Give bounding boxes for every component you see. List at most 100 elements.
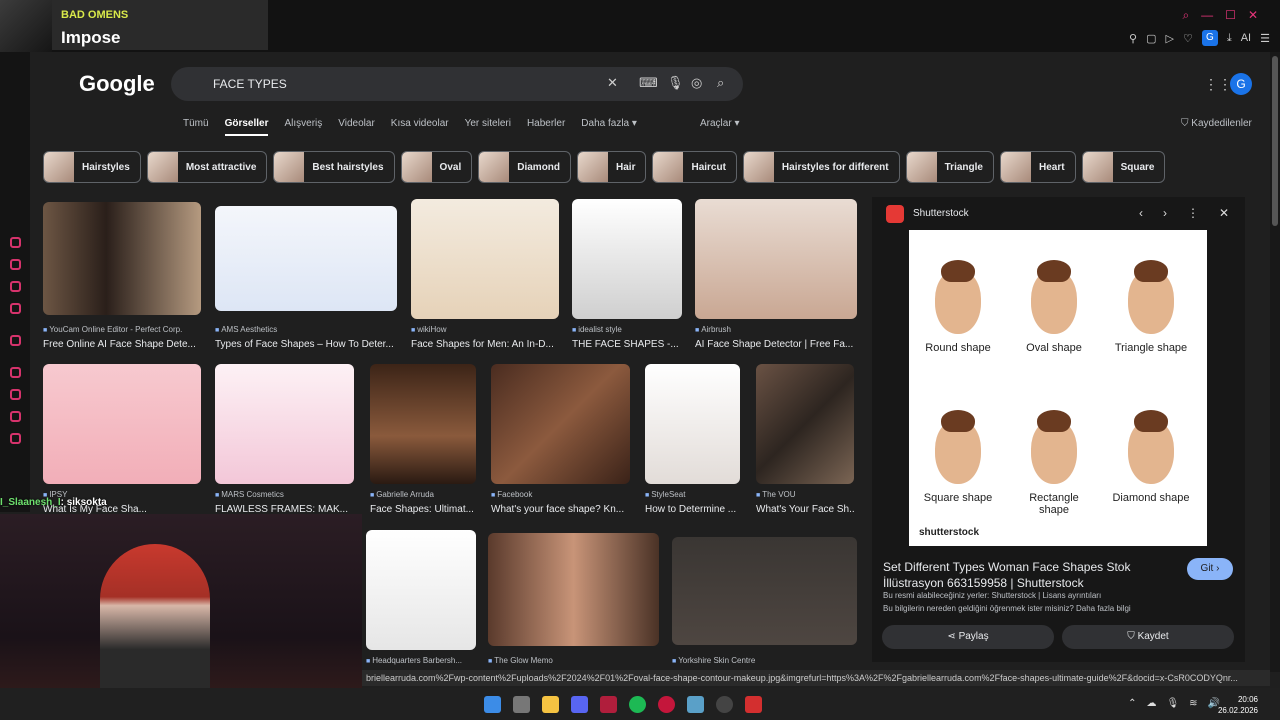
heart-icon[interactable]: ♡ <box>1183 32 1193 45</box>
sidebar-icon[interactable] <box>10 411 21 422</box>
result-thumbnail[interactable] <box>370 364 476 484</box>
tab-icon[interactable]: ▢ <box>1146 32 1156 45</box>
obs-icon[interactable] <box>716 696 733 713</box>
file-explorer-icon[interactable] <box>542 696 559 713</box>
result-caption[interactable]: Free Online AI Face Shape Dete... <box>43 339 201 350</box>
result-source[interactable]: The Glow Memo <box>488 656 553 665</box>
result-thumbnail[interactable] <box>411 199 559 319</box>
saved-button[interactable]: ⛉ Kaydedilenler <box>1181 118 1252 129</box>
search-input[interactable]: FACE TYPES <box>213 77 287 91</box>
result-source[interactable]: YouCam Online Editor - Perfect Corp. <box>43 325 182 334</box>
result-source[interactable]: Facebook <box>491 490 532 499</box>
result-caption[interactable]: Types of Face Shapes – How To Deter... <box>215 339 397 350</box>
chip[interactable]: Oval <box>400 151 473 183</box>
result-thumbnail[interactable] <box>43 202 201 315</box>
tab-web[interactable]: Yer siteleri <box>465 118 511 136</box>
result-source[interactable]: The VOU <box>756 490 795 499</box>
keyboard-icon[interactable]: ⌨ <box>639 75 658 91</box>
sidebar-icon[interactable] <box>10 237 21 248</box>
result-source[interactable]: wikiHow <box>411 325 446 334</box>
sidebar-icon[interactable] <box>10 367 21 378</box>
chip[interactable]: Hairstyles for different <box>742 151 900 183</box>
chip[interactable]: Diamond <box>478 151 572 183</box>
chevron-left-icon[interactable]: ‹ <box>1139 206 1143 220</box>
result-caption[interactable]: What's Your Face Sh... <box>756 504 854 515</box>
chip[interactable]: Haircut <box>652 151 737 183</box>
result-source[interactable]: MARS Cosmetics <box>215 490 284 499</box>
result-thumbnail[interactable] <box>488 533 659 646</box>
close-icon[interactable]: ✕ <box>1219 206 1229 220</box>
app-icon[interactable] <box>687 696 704 713</box>
result-source[interactable]: Yorkshire Skin Centre <box>672 656 755 665</box>
preview-source[interactable]: Shutterstock <box>913 208 969 219</box>
network-icon[interactable]: ☁ <box>1146 698 1156 709</box>
maximize-icon[interactable]: ☐ <box>1225 8 1236 23</box>
search-box[interactable]: FACE TYPES ✕ ⌨ 🎙 ◎ ⌕ <box>171 67 743 101</box>
chip[interactable]: Heart <box>999 151 1076 183</box>
mic-icon[interactable]: 🎙 <box>1166 698 1179 709</box>
result-caption[interactable]: How to Determine ... <box>645 504 740 515</box>
result-source[interactable]: StyleSeat <box>645 490 685 499</box>
close-icon[interactable]: ✕ <box>1248 8 1258 23</box>
chip[interactable]: Triangle <box>905 151 994 183</box>
lens-icon[interactable]: ◎ <box>691 75 702 91</box>
preview-title[interactable]: Set Different Types Woman Face Shapes St… <box>883 559 1173 591</box>
result-thumbnail[interactable] <box>756 364 854 484</box>
chip[interactable]: Best hairstyles <box>273 151 395 183</box>
result-source[interactable]: Airbrush <box>695 325 731 334</box>
opera-icon[interactable] <box>658 696 675 713</box>
result-thumbnail[interactable] <box>491 364 630 484</box>
share-button[interactable]: ⋖ Paylaş <box>882 625 1054 649</box>
minimize-icon[interactable]: — <box>1201 8 1213 23</box>
spotify-icon[interactable] <box>629 696 646 713</box>
tab-more[interactable]: Daha fazla ▾ <box>581 118 637 136</box>
menu-icon[interactable]: ☰ <box>1260 32 1270 45</box>
result-thumbnail[interactable] <box>43 364 201 484</box>
scrollbar-thumb[interactable] <box>1272 56 1278 226</box>
search-icon[interactable]: ⌕ <box>1182 8 1189 23</box>
result-thumbnail[interactable] <box>695 199 857 319</box>
result-caption[interactable]: AI Face Shape Detector | Free Fa... <box>695 339 857 350</box>
sidebar-icon[interactable] <box>10 389 21 400</box>
page-scrollbar[interactable] <box>1270 52 1280 672</box>
result-thumbnail[interactable] <box>215 364 354 484</box>
result-caption[interactable]: THE FACE SHAPES -... <box>572 339 682 350</box>
result-source[interactable]: Headquarters Barbersh... <box>366 656 462 665</box>
result-thumbnail[interactable] <box>366 530 476 650</box>
avatar[interactable]: G <box>1230 73 1252 95</box>
settings-icon[interactable] <box>10 433 21 444</box>
tab-short-videos[interactable]: Kısa videolar <box>391 118 449 136</box>
chevron-right-icon[interactable]: › <box>1163 206 1167 220</box>
visit-button[interactable]: Git › <box>1187 558 1233 580</box>
save-button[interactable]: ⛉ Kaydet <box>1062 625 1234 649</box>
chip[interactable]: Hairstyles <box>43 151 141 183</box>
sidebar-icon[interactable] <box>10 281 21 292</box>
chip[interactable]: Hair <box>577 151 647 183</box>
result-source[interactable]: Gabrielle Arruda <box>370 490 434 499</box>
tools-button[interactable]: Araçlar ▾ <box>700 118 740 129</box>
result-caption[interactable]: What's your face shape? Kn... <box>491 504 630 515</box>
more-icon[interactable]: ⋮ <box>1187 206 1199 220</box>
profile-icon[interactable]: G <box>1201 30 1218 46</box>
result-thumbnail[interactable] <box>645 364 740 484</box>
result-source[interactable]: AMS Aesthetics <box>215 325 277 334</box>
clock[interactable]: 20:06 26.02.2026 <box>1218 694 1258 716</box>
search-icon[interactable]: ⌕ <box>717 75 724 91</box>
result-source[interactable]: idealist style <box>572 325 622 334</box>
preview-image[interactable]: Round shape Oval shape Triangle shape Sq… <box>909 230 1207 546</box>
result-thumbnail[interactable] <box>215 206 397 311</box>
chip[interactable]: Square <box>1081 151 1166 183</box>
windows-start-icon[interactable] <box>484 696 501 713</box>
twitch-icon[interactable] <box>10 335 21 346</box>
sidebar-icon[interactable] <box>10 303 21 314</box>
tab-images[interactable]: Görseller <box>224 118 269 136</box>
result-thumbnail[interactable] <box>672 537 857 645</box>
tab-shopping[interactable]: Alışveriş <box>284 118 322 136</box>
download-icon[interactable]: ⤓ <box>1227 32 1232 45</box>
result-caption[interactable]: Face Shapes: Ultimat... <box>370 504 476 515</box>
chevron-up-icon[interactable]: ⌃ <box>1128 698 1136 709</box>
wifi-icon[interactable]: ≋ <box>1189 698 1197 709</box>
clear-icon[interactable]: ✕ <box>607 75 618 91</box>
license-info[interactable]: Bu resmi alabileceğiniz yerler: Shutters… <box>883 591 1101 600</box>
chip[interactable]: Most attractive <box>146 151 268 183</box>
